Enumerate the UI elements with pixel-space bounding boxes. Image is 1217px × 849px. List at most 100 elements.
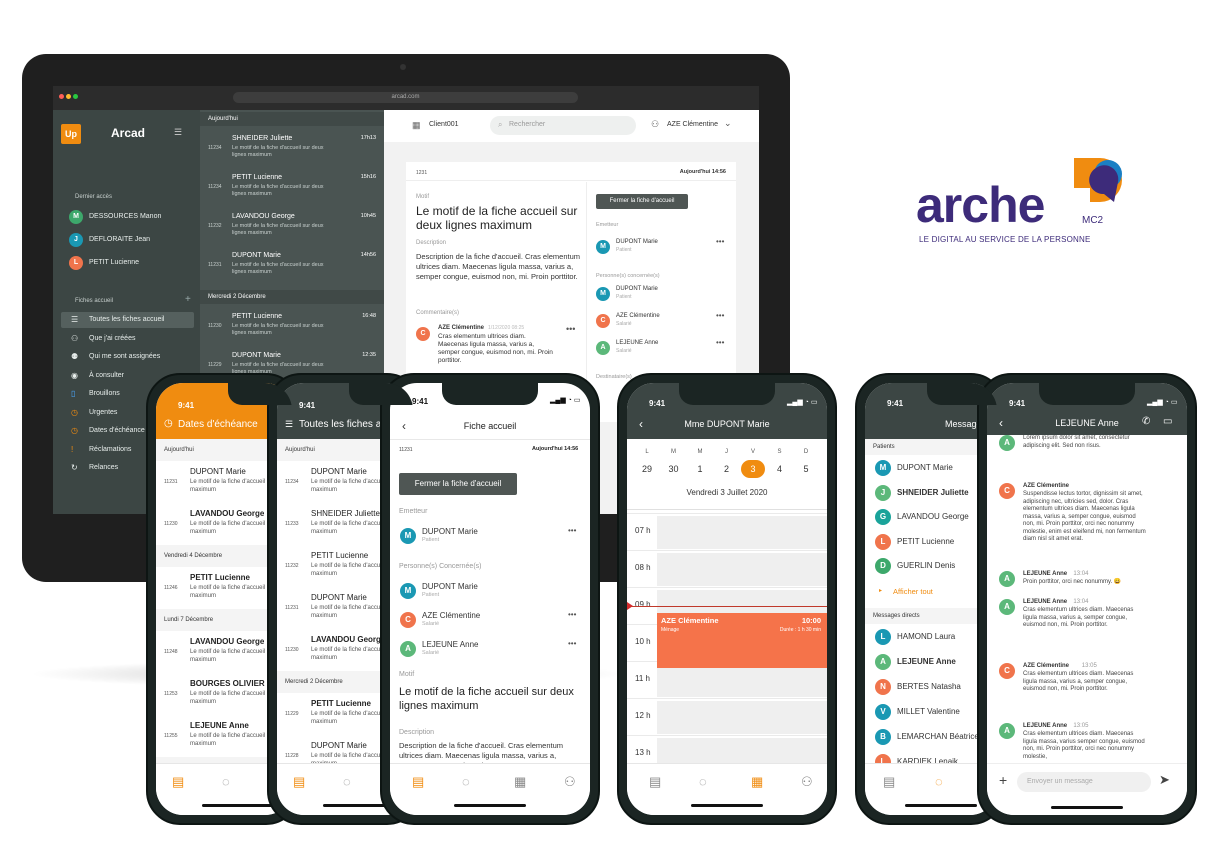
phone-screen: 9:41 ▂▄▆ ◔ ▭ ‹ Fiche accueil 11231 Aujou… [390,383,590,815]
fiches-tab-icon[interactable]: ▤ [172,774,184,790]
menu-icon[interactable]: ☰ [285,419,293,430]
hour-label: 07 h [635,526,651,535]
screen-title: Fiche accueil [463,421,517,431]
fiches-tab-icon[interactable]: ▤ [412,774,424,790]
day-number[interactable]: 1 [688,460,712,478]
client-name[interactable]: Client001 [429,121,459,128]
more-icon[interactable]: ••• [716,311,724,320]
day-number[interactable]: 3 [741,460,765,478]
calendar-tab-icon[interactable]: ▦ [514,774,526,790]
message-time: 13:05 [1073,723,1089,729]
more-icon[interactable]: ••• [716,338,724,347]
nav-item[interactable]: ⚉ Qui me sont assignées [61,349,194,365]
nav-item[interactable]: ⚇ Que j'ai créées [61,331,194,347]
message-avatar: A [999,723,1015,739]
nav-item[interactable]: ☰ Toutes les fiches accueil [61,312,194,328]
minimize-window-button[interactable] [66,94,71,99]
send-icon[interactable]: ➤ [1159,772,1170,788]
comments-label: Commentaire(s) [416,310,460,316]
contact-avatar: D [875,558,891,574]
list-item[interactable]: 11234 SHNEIDER Juliette 17h13 Le motif de l… [200,130,384,168]
close-fiche-button[interactable]: Fermer la fiche d'accueil [596,194,688,209]
contact-avatar: L [875,629,891,645]
message-time: 13:04 [1073,599,1089,605]
day-number[interactable]: 4 [768,460,792,478]
item-number: 11229 [208,362,222,368]
day-number[interactable]: 2 [715,460,739,478]
hour-slot[interactable] [657,553,827,586]
menu-icon[interactable]: ☰ [174,127,182,138]
maximize-window-button[interactable] [73,94,78,99]
home-indicator [1051,806,1123,809]
more-icon[interactable]: ••• [566,324,575,334]
day-number[interactable]: 5 [794,460,818,478]
contact-item[interactable]: L HAMOND Laura [875,625,991,649]
weekday-label: M [671,449,676,455]
fiches-tab-icon[interactable]: ▤ [293,774,305,790]
item-time: 16:48 [362,313,376,319]
day-number[interactable]: 30 [662,460,686,478]
concerned-label: Personne(s) concernée(s) [596,273,660,279]
contact-item[interactable]: N BERTES Natasha [875,675,991,699]
selected-date: Vendredi 3 Juillet 2020 [686,488,768,497]
contact-item[interactable]: V MILLET Valentine [875,700,991,724]
list-item[interactable]: 11231 DUPONT Marie 14h56 Le motif de la fic… [200,247,384,285]
list-item[interactable]: 11232 LAVANDOU George 10h45 Le motif de la … [200,208,384,246]
message-input[interactable]: Envoyer un message [1017,772,1151,792]
item-number: 11231 [164,479,178,485]
item-number: 11233 [285,521,299,527]
hour-slot[interactable] [657,516,827,549]
item-time: 10h45 [360,213,376,219]
list-item[interactable]: 11234 PETIT Lucienne 15h16 Le motif de la f… [200,169,384,207]
person-role: Salarié [616,348,632,354]
url-bar[interactable]: arcad.com [233,92,578,103]
fiches-tab-icon[interactable]: ▤ [649,774,661,790]
contact-item[interactable]: B LEMARCHAN Béatrice [875,725,991,749]
add-attachment-icon[interactable]: + [999,772,1007,788]
more-icon[interactable]: ••• [568,526,576,535]
brand-suffix: MC2 [1082,215,1104,226]
list-item[interactable]: 11230 PETIT Lucienne 16:48 Le motif de la f… [200,308,384,346]
calendar-event[interactable]: AZE Clémentine 10:00 Ménage Durée : 1 h … [657,613,827,668]
close-window-button[interactable] [59,94,64,99]
more-icon[interactable]: ••• [716,237,724,246]
item-number: 11230 [208,323,222,329]
chevron-down-icon[interactable]: ⌄ [724,118,732,129]
contact-item[interactable]: L PETIT Lucienne [875,530,991,554]
fiches-tab-icon[interactable]: ▤ [883,774,895,790]
messages-tab-icon[interactable]: ◌ [935,774,943,789]
messages-tab-icon[interactable]: ◌ [462,774,470,789]
status-icons: ▂▄▆ ◔ ▭ [787,399,818,406]
contact-item[interactable]: M DUPONT Marie [875,456,991,480]
close-fiche-button[interactable]: Fermer la fiche d'accueil [399,473,517,495]
more-icon[interactable]: ••• [568,639,576,648]
recent-item[interactable]: J DEFLORAITE Jean [61,231,194,249]
messages-tab-icon[interactable]: ◌ [699,774,707,789]
profile-tab-icon[interactable]: ⚇ [801,774,813,790]
day-number[interactable]: 29 [635,460,659,478]
contact-item[interactable]: G LAVANDOU George [875,505,991,529]
status-icons: ▂▄▆ ◔ ▭ [550,397,581,404]
recent-item[interactable]: L PETIT Lucienne [61,254,194,272]
current-user[interactable]: AZE Clémentine [667,121,718,128]
contact-item[interactable]: D GUERLIN Denis [875,554,991,578]
person-role: Patient [616,294,632,300]
search-input[interactable]: ⌕ Rechercher [490,116,636,135]
more-icon[interactable]: ••• [568,610,576,619]
contact-item[interactable]: J SHNEIDER Juliette [875,481,991,505]
contact-item[interactable]: A LEJEUNE Anne [875,650,991,674]
messages-tab-icon[interactable]: ◌ [222,774,230,789]
messages-tab-icon[interactable]: ◌ [343,774,351,789]
profile-tab-icon[interactable]: ⚇ [564,774,576,790]
add-icon[interactable]: + [185,294,191,305]
phone-call-icon[interactable]: ✆ [1142,416,1150,427]
avatar: L [69,256,83,270]
emitter-avatar: M [596,240,610,254]
recent-item[interactable]: M DESSOURCES Manon [61,208,194,226]
hour-slot[interactable] [657,664,827,697]
hour-slot[interactable] [657,701,827,734]
calendar-tab-icon[interactable]: ▦ [751,774,763,790]
video-call-icon[interactable]: ▭ [1163,416,1172,427]
message-placeholder: Envoyer un message [1027,778,1093,785]
show-all-link[interactable]: Afficher tout [893,587,933,596]
